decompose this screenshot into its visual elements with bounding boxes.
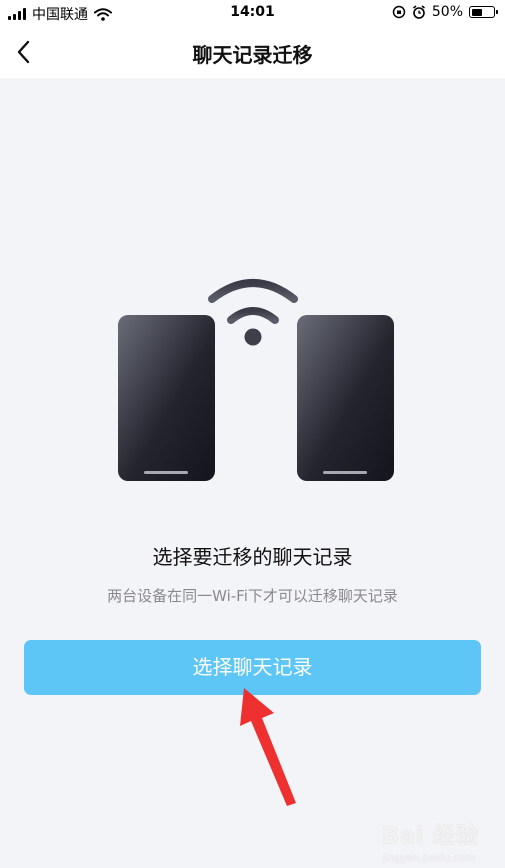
alarm-icon <box>412 5 425 19</box>
wifi-icon <box>208 279 298 346</box>
watermark-subtext: jingyan.baidu.com <box>382 853 475 864</box>
main-title: 选择要迁移的聊天记录 <box>152 545 353 569</box>
status-bar: 中国联通 14:01 50% <box>0 0 505 26</box>
status-right: 50% <box>392 4 498 20</box>
watermark-logo: Bai 经验 <box>382 824 479 849</box>
phone-icon <box>297 315 394 481</box>
page-title: 聊天记录迁移 <box>192 43 313 67</box>
nav-bar: 聊天记录迁移 <box>0 26 505 78</box>
battery-icon <box>469 6 498 18</box>
phone-icon <box>118 315 215 481</box>
orientation-lock-icon <box>392 5 406 19</box>
subtitle-text: 两台设备在同一Wi-Fi下才可以迁移聊天记录 <box>107 587 398 605</box>
battery-percent: 50% <box>431 4 463 20</box>
red-arrow-icon <box>240 688 296 806</box>
battery-fill <box>471 8 482 16</box>
migration-illustration <box>118 279 394 481</box>
